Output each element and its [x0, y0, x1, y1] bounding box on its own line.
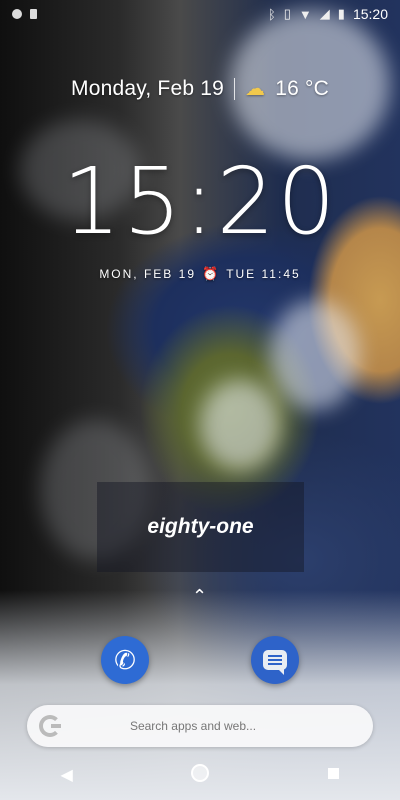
short-date: MON, FEB 19 [99, 267, 196, 281]
temperature-label: 16 °C [275, 76, 329, 100]
status-bar: ᛒ ▯ ▼ ◢ ▮ 15:20 [0, 0, 400, 28]
date-alarm-line: MON, FEB 19 ⏰ TUE 11:45 [0, 266, 400, 282]
clock-time[interactable]: 15:20 [0, 156, 400, 248]
vibrate-icon: ▯ [283, 6, 291, 21]
wifi-icon: ▼ [298, 6, 312, 22]
messages-icon [263, 650, 287, 675]
google-g-icon[interactable] [39, 715, 61, 737]
search-input[interactable] [61, 718, 325, 734]
partly-cloudy-icon: ☁ [245, 78, 266, 100]
status-time: 15:20 [352, 6, 388, 22]
search-bar[interactable] [27, 705, 373, 747]
back-icon[interactable]: ◀ [37, 765, 97, 785]
date-label: Monday, Feb 19 [71, 76, 225, 100]
next-alarm: TUE 11:45 [226, 267, 301, 281]
messages-app-button[interactable] [251, 636, 299, 684]
wallpaper [0, 0, 400, 800]
phone-app-button[interactable]: ✆ [101, 636, 149, 684]
recents-button[interactable] [303, 766, 363, 784]
chevron-up-icon[interactable]: ⌃ [192, 586, 207, 607]
sd-card-icon [30, 9, 37, 19]
word-widget-text: eighty-one [147, 515, 254, 538]
date-weather-header[interactable]: Monday, Feb 19 ☁ 16 °C [0, 76, 400, 101]
home-icon [190, 763, 209, 782]
home-button[interactable] [170, 763, 230, 787]
phone-icon: ✆ [114, 644, 136, 675]
alarm-clock-icon: ⏰ [202, 266, 221, 281]
bluetooth-icon: ᛒ [267, 6, 276, 22]
recents-icon [327, 768, 339, 779]
battery-charging-icon: ▮ [337, 6, 345, 21]
signal-icon: ◢ [319, 6, 330, 21]
notification-dot-icon [12, 9, 22, 19]
header-divider [234, 77, 236, 100]
navigation-bar: ◀ [0, 750, 400, 800]
word-widget[interactable]: eighty-one [97, 482, 304, 572]
